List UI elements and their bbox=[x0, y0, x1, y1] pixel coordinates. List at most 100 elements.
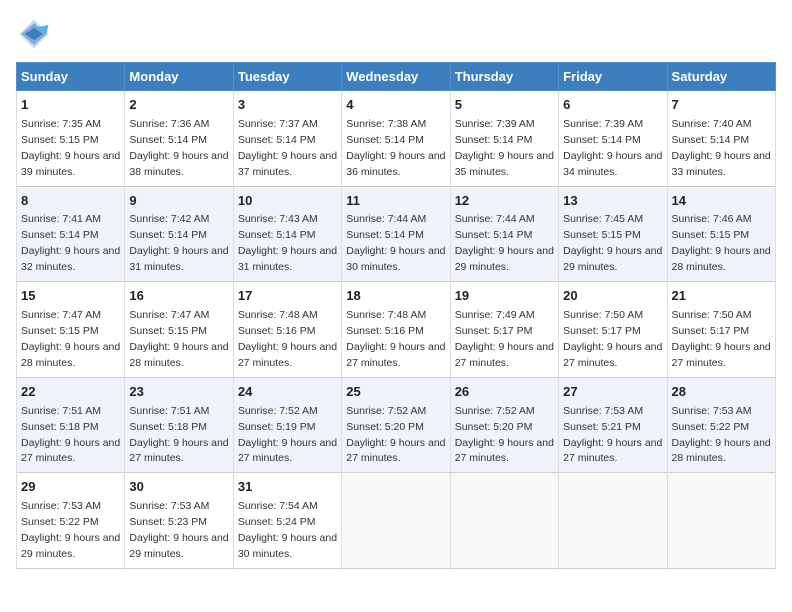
logo bbox=[16, 16, 56, 52]
daylight-info: Daylight: 9 hours and 38 minutes. bbox=[129, 150, 228, 178]
day-number: 17 bbox=[238, 287, 337, 306]
week-row-5: 29 Sunrise: 7:53 AM Sunset: 5:22 PM Dayligh… bbox=[17, 473, 776, 569]
sunrise-info: Sunrise: 7:50 AM bbox=[563, 309, 643, 321]
day-number: 6 bbox=[563, 96, 662, 115]
sunset-info: Sunset: 5:16 PM bbox=[238, 325, 316, 337]
sunset-info: Sunset: 5:20 PM bbox=[455, 421, 533, 433]
daylight-info: Daylight: 9 hours and 32 minutes. bbox=[21, 245, 120, 273]
sunset-info: Sunset: 5:22 PM bbox=[21, 516, 99, 528]
day-cell: 23Sunrise: 7:51 AMSunset: 5:18 PMDayligh… bbox=[125, 377, 233, 473]
day-cell: 1Sunrise: 7:35 AMSunset: 5:15 PMDaylight… bbox=[17, 91, 125, 187]
sunrise-info: Sunrise: 7:53 AM bbox=[21, 500, 101, 512]
daylight-info: Daylight: 9 hours and 27 minutes. bbox=[238, 341, 337, 369]
day-number: 9 bbox=[129, 192, 228, 211]
daylight-info: Daylight: 9 hours and 28 minutes. bbox=[672, 245, 771, 273]
day-number: 26 bbox=[455, 383, 554, 402]
day-cell: 30 Sunrise: 7:53 AM Sunset: 5:23 PM Dayligh… bbox=[125, 473, 233, 569]
day-number: 11 bbox=[346, 192, 445, 211]
day-cell: 10Sunrise: 7:43 AMSunset: 5:14 PMDayligh… bbox=[233, 186, 341, 282]
sunset-info: Sunset: 5:14 PM bbox=[346, 134, 424, 146]
day-number: 4 bbox=[346, 96, 445, 115]
day-cell: 26Sunrise: 7:52 AMSunset: 5:20 PMDayligh… bbox=[450, 377, 558, 473]
daylight-info: Daylight: 9 hours and 27 minutes. bbox=[129, 437, 228, 465]
sunset-info: Sunset: 5:14 PM bbox=[21, 229, 99, 241]
sunrise-info: Sunrise: 7:42 AM bbox=[129, 213, 209, 225]
sunrise-info: Sunrise: 7:51 AM bbox=[129, 405, 209, 417]
sunset-info: Sunset: 5:23 PM bbox=[129, 516, 207, 528]
day-number: 25 bbox=[346, 383, 445, 402]
daylight-info: Daylight: 9 hours and 31 minutes. bbox=[129, 245, 228, 273]
daylight-info: Daylight: 9 hours and 28 minutes. bbox=[672, 437, 771, 465]
day-number: 3 bbox=[238, 96, 337, 115]
sunrise-info: Sunrise: 7:41 AM bbox=[21, 213, 101, 225]
sunset-info: Sunset: 5:14 PM bbox=[563, 134, 641, 146]
sunrise-info: Sunrise: 7:35 AM bbox=[21, 118, 101, 130]
day-cell: 5Sunrise: 7:39 AMSunset: 5:14 PMDaylight… bbox=[450, 91, 558, 187]
day-cell: 13Sunrise: 7:45 AMSunset: 5:15 PMDayligh… bbox=[559, 186, 667, 282]
day-number: 5 bbox=[455, 96, 554, 115]
sunrise-info: Sunrise: 7:39 AM bbox=[563, 118, 643, 130]
sunset-info: Sunset: 5:14 PM bbox=[129, 134, 207, 146]
sunrise-info: Sunrise: 7:48 AM bbox=[346, 309, 426, 321]
header-cell-sunday: Sunday bbox=[17, 63, 125, 91]
day-cell: 20 Sunrise: 7:50 AM Sunset: 5:17 PM Dayligh… bbox=[559, 282, 667, 378]
day-number: 18 bbox=[346, 287, 445, 306]
day-cell: 11Sunrise: 7:44 AMSunset: 5:14 PMDayligh… bbox=[342, 186, 450, 282]
daylight-info: Daylight: 9 hours and 30 minutes. bbox=[238, 532, 337, 560]
daylight-info: Daylight: 9 hours and 34 minutes. bbox=[563, 150, 662, 178]
sunrise-info: Sunrise: 7:52 AM bbox=[455, 405, 535, 417]
day-number: 7 bbox=[672, 96, 771, 115]
day-cell: 2Sunrise: 7:36 AMSunset: 5:14 PMDaylight… bbox=[125, 91, 233, 187]
day-number: 31 bbox=[238, 478, 337, 497]
day-cell: 22Sunrise: 7:51 AMSunset: 5:18 PMDayligh… bbox=[17, 377, 125, 473]
day-number: 28 bbox=[672, 383, 771, 402]
sunset-info: Sunset: 5:15 PM bbox=[129, 325, 207, 337]
day-number: 30 bbox=[129, 478, 228, 497]
sunrise-info: Sunrise: 7:40 AM bbox=[672, 118, 752, 130]
day-number: 22 bbox=[21, 383, 120, 402]
sunrise-info: Sunrise: 7:44 AM bbox=[455, 213, 535, 225]
day-cell: 4Sunrise: 7:38 AMSunset: 5:14 PMDaylight… bbox=[342, 91, 450, 187]
day-cell: 8Sunrise: 7:41 AMSunset: 5:14 PMDaylight… bbox=[17, 186, 125, 282]
calendar-header: SundayMondayTuesdayWednesdayThursdayFrid… bbox=[17, 63, 776, 91]
sunset-info: Sunset: 5:14 PM bbox=[238, 229, 316, 241]
sunrise-info: Sunrise: 7:50 AM bbox=[672, 309, 752, 321]
daylight-info: Daylight: 9 hours and 27 minutes. bbox=[21, 437, 120, 465]
day-cell: 25Sunrise: 7:52 AMSunset: 5:20 PMDayligh… bbox=[342, 377, 450, 473]
sunrise-info: Sunrise: 7:44 AM bbox=[346, 213, 426, 225]
sunrise-info: Sunrise: 7:37 AM bbox=[238, 118, 318, 130]
day-cell bbox=[559, 473, 667, 569]
sunset-info: Sunset: 5:14 PM bbox=[346, 229, 424, 241]
day-number: 10 bbox=[238, 192, 337, 211]
sunrise-info: Sunrise: 7:52 AM bbox=[238, 405, 318, 417]
day-cell: 18Sunrise: 7:48 AMSunset: 5:16 PMDayligh… bbox=[342, 282, 450, 378]
day-number: 29 bbox=[21, 478, 120, 497]
daylight-info: Daylight: 9 hours and 27 minutes. bbox=[672, 341, 771, 369]
day-cell: 17Sunrise: 7:48 AMSunset: 5:16 PMDayligh… bbox=[233, 282, 341, 378]
sunset-info: Sunset: 5:18 PM bbox=[129, 421, 207, 433]
week-row-3: 15Sunrise: 7:47 AMSunset: 5:15 PMDayligh… bbox=[17, 282, 776, 378]
sunset-info: Sunset: 5:15 PM bbox=[563, 229, 641, 241]
day-cell: 29Sunrise: 7:53 AMSunset: 5:22 PMDayligh… bbox=[17, 473, 125, 569]
day-cell: 6 Sunrise: 7:39 AM Sunset: 5:14 PM Daylight… bbox=[559, 91, 667, 187]
sunset-info: Sunset: 5:16 PM bbox=[346, 325, 424, 337]
day-number: 13 bbox=[563, 192, 662, 211]
daylight-info: Daylight: 9 hours and 27 minutes. bbox=[563, 341, 662, 369]
sunset-info: Sunset: 5:14 PM bbox=[455, 229, 533, 241]
sunset-info: Sunset: 5:17 PM bbox=[563, 325, 641, 337]
day-cell: 31Sunrise: 7:54 AMSunset: 5:24 PMDayligh… bbox=[233, 473, 341, 569]
daylight-info: Daylight: 9 hours and 29 minutes. bbox=[129, 532, 228, 560]
day-number: 27 bbox=[563, 383, 662, 402]
week-row-2: 8Sunrise: 7:41 AMSunset: 5:14 PMDaylight… bbox=[17, 186, 776, 282]
day-cell: 14Sunrise: 7:46 AMSunset: 5:15 PMDayligh… bbox=[667, 186, 775, 282]
sunrise-info: Sunrise: 7:39 AM bbox=[455, 118, 535, 130]
day-cell bbox=[342, 473, 450, 569]
day-cell: 28Sunrise: 7:53 AMSunset: 5:22 PMDayligh… bbox=[667, 377, 775, 473]
day-number: 15 bbox=[21, 287, 120, 306]
day-number: 14 bbox=[672, 192, 771, 211]
daylight-info: Daylight: 9 hours and 33 minutes. bbox=[672, 150, 771, 178]
daylight-info: Daylight: 9 hours and 27 minutes. bbox=[238, 437, 337, 465]
day-number: 20 bbox=[563, 287, 662, 306]
header-cell-wednesday: Wednesday bbox=[342, 63, 450, 91]
sunrise-info: Sunrise: 7:53 AM bbox=[129, 500, 209, 512]
